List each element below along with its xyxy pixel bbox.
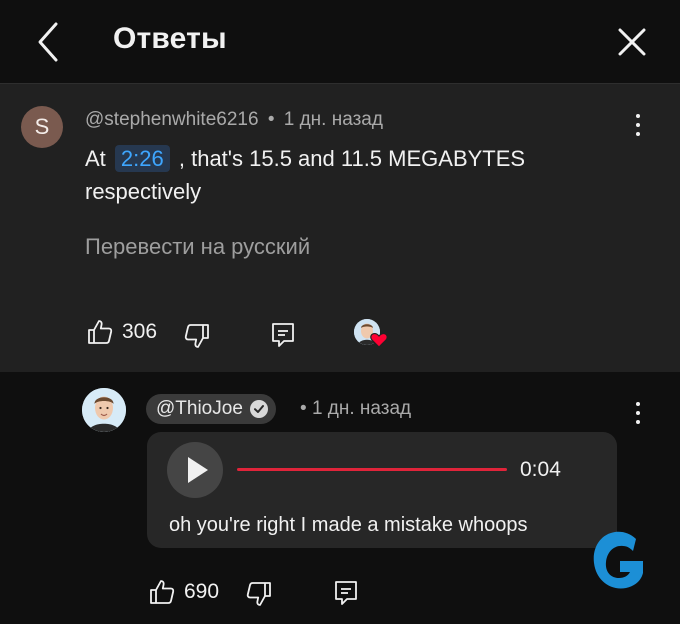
thumbs-down-icon[interactable] (245, 580, 273, 608)
voice-progress-track[interactable] (237, 468, 507, 471)
author-chip[interactable]: @ThioJoe (146, 394, 276, 424)
reply-icon[interactable] (270, 321, 296, 349)
avatar[interactable]: S (21, 106, 63, 148)
reply-author: @ThioJoe (156, 398, 243, 419)
reply-meta: • 1 дн. назад (300, 398, 411, 420)
avatar[interactable] (82, 388, 126, 432)
comment-text-before: At (85, 146, 106, 171)
translate-link[interactable]: Перевести на русский (85, 234, 310, 260)
voice-duration: 0:04 (520, 458, 561, 481)
kebab-icon[interactable] (628, 402, 648, 428)
back-icon[interactable] (30, 20, 70, 64)
page-title: Ответы (113, 22, 227, 55)
parent-comment: S @stephenwhite6216 • 1 дн. назад At 2:2… (0, 83, 680, 372)
reply-icon[interactable] (333, 579, 359, 607)
comment-text: At 2:26 , that's 15.5 and 11.5 MEGABYTES… (85, 142, 625, 208)
like-count: 690 (184, 580, 220, 603)
creator-heart (354, 319, 388, 349)
comment-author[interactable]: @stephenwhite6216 (85, 109, 259, 130)
like-group: 306 (86, 318, 157, 346)
like-group: 690 (148, 578, 219, 606)
close-icon[interactable] (612, 22, 652, 62)
reply-comment: @ThioJoe • 1 дн. назад 0:04 oh you're ri… (0, 372, 680, 624)
comment-meta: @stephenwhite6216 • 1 дн. назад (85, 109, 383, 131)
heart-icon (370, 332, 388, 348)
play-icon (188, 457, 208, 483)
thumbs-down-icon[interactable] (183, 322, 211, 350)
voice-message: 0:04 oh you're right I made a mistake wh… (147, 432, 617, 548)
meta-separator: • (267, 109, 275, 130)
voice-transcript: oh you're right I made a mistake whoops (169, 514, 528, 536)
top-bar: Ответы (0, 0, 680, 82)
timestamp-link[interactable]: 2:26 (114, 145, 170, 172)
kebab-icon[interactable] (628, 114, 648, 140)
watermark-logo (593, 531, 643, 589)
thumbs-up-icon[interactable] (86, 318, 114, 346)
verified-check-icon (249, 400, 268, 418)
meta-separator: • (300, 398, 307, 419)
like-count: 306 (122, 320, 158, 343)
comment-time: 1 дн. назад (283, 109, 383, 130)
play-button[interactable] (167, 442, 223, 498)
reply-time: 1 дн. назад (311, 398, 412, 419)
thumbs-up-icon[interactable] (148, 578, 176, 606)
